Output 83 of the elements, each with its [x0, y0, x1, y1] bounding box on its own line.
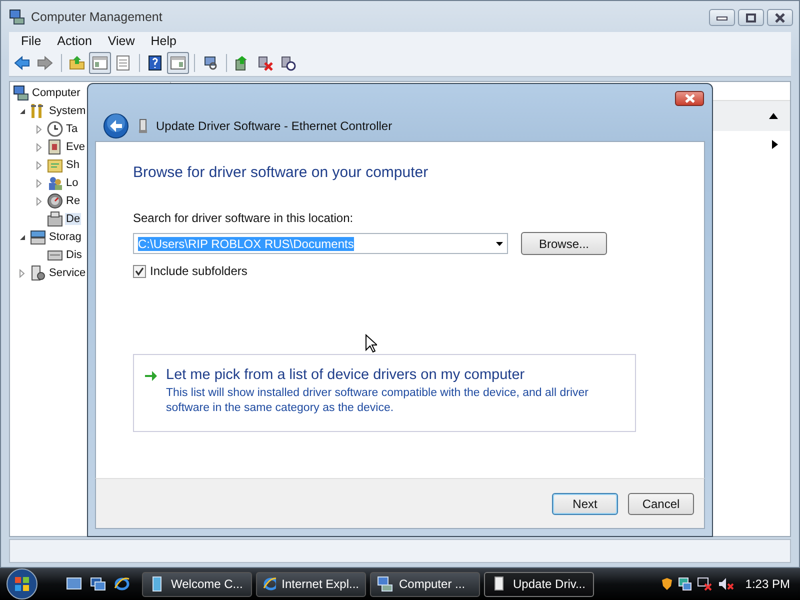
- collapsed-arrow-icon[interactable]: [35, 178, 44, 188]
- taskbar-button[interactable]: Computer ...: [370, 572, 480, 596]
- tree-item[interactable]: Ta: [65, 123, 79, 135]
- tree-item[interactable]: De: [65, 213, 82, 225]
- expanded-arrow-icon[interactable]: [18, 232, 27, 242]
- computer-management-icon: [9, 8, 25, 24]
- tree-item[interactable]: Lo: [65, 177, 80, 189]
- window-title: Computer Management: [31, 10, 164, 24]
- volume-muted-icon[interactable]: [718, 577, 734, 591]
- tree-item[interactable]: Dis: [65, 249, 83, 261]
- location-label: Search for driver software in this location:: [133, 211, 354, 225]
- users-icon: [47, 175, 63, 191]
- monitor-icon: [202, 55, 218, 71]
- menu-item[interactable]: View: [108, 34, 135, 48]
- collapse-icon[interactable]: [769, 113, 778, 119]
- taskbar-button[interactable]: Welcome C...: [142, 572, 252, 596]
- dialog-title: Update Driver Software - Ethernet Controller: [156, 118, 392, 132]
- folder-icon: [47, 157, 63, 173]
- collapsed-arrow-icon[interactable]: [35, 160, 44, 170]
- option-link[interactable]: Let me pick from a list of device drivers on my computer: [166, 367, 627, 383]
- cursor-icon: [365, 334, 377, 353]
- collapsed-arrow-icon[interactable]: [35, 142, 44, 152]
- gauge-icon: [47, 193, 63, 209]
- services-icon: [30, 265, 46, 281]
- help-icon: [147, 55, 163, 71]
- pane-icon: [92, 55, 108, 71]
- close-button[interactable]: [675, 91, 704, 106]
- taskbar-button[interactable]: Update Driv...: [484, 572, 594, 596]
- page-heading: Browse for driver software on your computer: [133, 164, 430, 181]
- browser-icon[interactable]: [114, 576, 130, 592]
- checkbox-label[interactable]: Include subfolders: [150, 264, 248, 278]
- shield-icon[interactable]: [661, 577, 674, 591]
- maximize-icon: [744, 12, 758, 22]
- browse-button[interactable]: Browse...: [521, 232, 607, 255]
- tree-item[interactable]: Storag: [48, 231, 82, 243]
- menu-item[interactable]: Help: [150, 34, 176, 48]
- option-description: This list will show installed driver software compatible with the device, and all driver software in the same category as the device.: [166, 386, 590, 416]
- tree-item[interactable]: Eve: [65, 141, 86, 153]
- minimize-icon: [715, 14, 729, 22]
- browser-icon: [263, 576, 276, 592]
- storage-icon: [30, 229, 46, 245]
- tree-item[interactable]: Service: [48, 267, 87, 279]
- expand-icon[interactable]: [772, 140, 778, 148]
- computer-icon: [377, 576, 393, 592]
- menu-item[interactable]: File: [21, 34, 42, 48]
- checkbox[interactable]: [133, 264, 146, 278]
- close-icon: [684, 94, 696, 103]
- collapsed-arrow-icon[interactable]: [35, 196, 44, 206]
- minimize-button[interactable]: [709, 9, 735, 26]
- device-remove-icon: [257, 55, 273, 71]
- caret-icon[interactable]: [496, 242, 503, 246]
- start-button[interactable]: [4, 568, 40, 600]
- taskbar-button[interactable]: Internet Expl...: [256, 572, 366, 596]
- desktop-icon[interactable]: [66, 577, 82, 591]
- network-disconnected-icon[interactable]: [697, 577, 714, 591]
- close-icon: [773, 12, 787, 22]
- collapsed-arrow-icon[interactable]: [18, 268, 27, 278]
- next-button[interactable]: Next: [552, 492, 618, 514]
- back-arrow-icon: [14, 55, 30, 71]
- tree-item[interactable]: System: [48, 105, 87, 117]
- tree-item[interactable]: Computer: [31, 87, 82, 99]
- collapsed-arrow-icon[interactable]: [35, 124, 44, 134]
- tree-item[interactable]: Re: [65, 195, 82, 207]
- forward-arrow-icon: [37, 55, 53, 71]
- network-icon[interactable]: [678, 577, 692, 591]
- device-icon: [47, 211, 63, 227]
- cancel-button[interactable]: Cancel: [628, 492, 694, 514]
- clock[interactable]: 1:23 PM: [745, 577, 790, 591]
- expanded-arrow-icon[interactable]: [18, 106, 27, 116]
- window-switch-icon[interactable]: [90, 577, 106, 591]
- folder-up-icon: [69, 55, 85, 71]
- option-card[interactable]: Let me pick from a list of device drivers on my computer This list will show installed driver software compatible with the device, and all driver software in the same category as the device.: [133, 354, 636, 432]
- arrow-icon: [144, 370, 158, 382]
- menu-item[interactable]: Action: [57, 34, 92, 48]
- tools-icon: [30, 103, 46, 119]
- tree-item[interactable]: Sh: [65, 159, 80, 171]
- computer-icon: [13, 85, 29, 101]
- close-button[interactable]: [767, 9, 793, 26]
- back-button[interactable]: [103, 112, 129, 138]
- list-icon: [115, 55, 131, 71]
- pane-icon: [170, 55, 186, 71]
- maximize-button[interactable]: [738, 9, 764, 26]
- clock-icon: [47, 121, 63, 137]
